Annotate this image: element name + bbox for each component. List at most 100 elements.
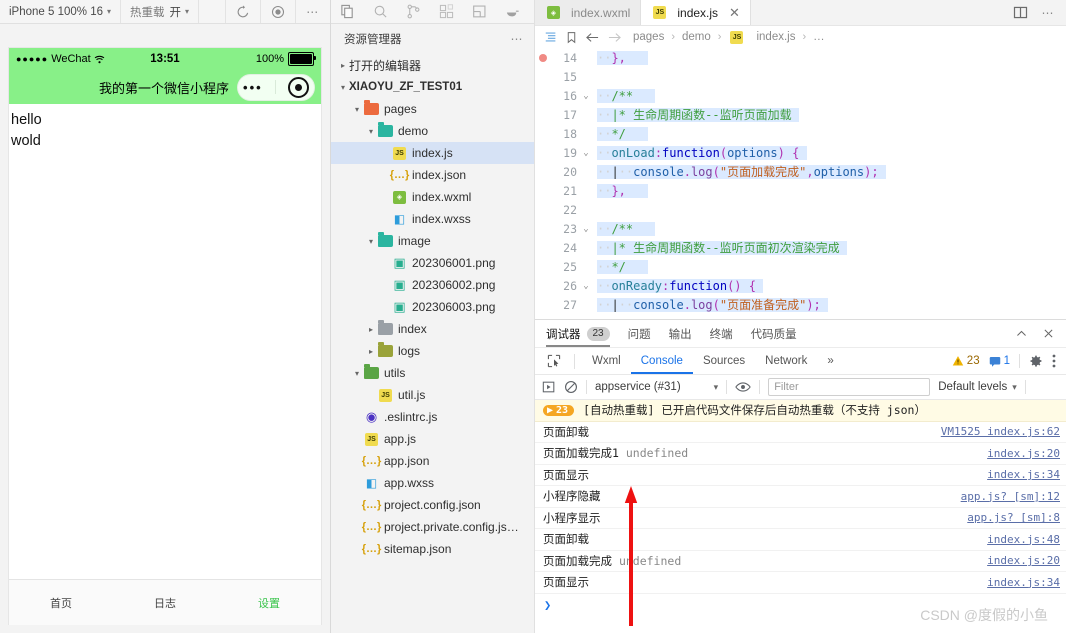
code-line[interactable]: 17 ··|* 生命周期函数--监听页面加载 <box>535 105 1066 124</box>
chevron-down-icon[interactable]: ▾ <box>351 369 363 378</box>
close-icon[interactable]: ✕ <box>729 6 740 19</box>
code-line[interactable]: 25 ··*/ <box>535 257 1066 276</box>
capsule-button[interactable]: ••• <box>237 73 315 101</box>
code-line[interactable]: 21 ··}, <box>535 181 1066 200</box>
tree-item-index-json[interactable]: {…} index.json <box>331 164 534 186</box>
chevron-down-icon[interactable]: ▾ <box>365 237 377 246</box>
editor-tab-index-js[interactable]: JS index.js ✕ <box>641 0 751 25</box>
tree-item-index-wxml[interactable]: ◈ index.wxml <box>331 186 534 208</box>
kebab-menu-icon[interactable] <box>1052 354 1056 368</box>
code-line[interactable]: 27 ··|··console.log("页面准备完成"); <box>535 295 1066 314</box>
search-icon[interactable] <box>364 0 397 23</box>
tabbar-item-settings[interactable]: 设置 <box>217 595 321 611</box>
code-editor[interactable]: 14 ··}, 15 16 ⌄ ··/** 17 ··|* 生命周期函数--监听页面加载 … <box>535 48 1066 319</box>
tree-item-project-private-config-js-[interactable]: {…} project.private.config.js… <box>331 516 534 538</box>
files-icon[interactable] <box>331 0 364 23</box>
split-editor-icon[interactable] <box>1013 5 1028 20</box>
code-line[interactable]: 16 ⌄ ··/** <box>535 86 1066 105</box>
filter-input[interactable]: Filter <box>768 378 931 396</box>
devtools-tab-wxml[interactable]: Wxml <box>582 348 631 374</box>
breadcrumb-item-indexjs[interactable]: index.js <box>756 31 795 43</box>
notice-count-badge[interactable]: ▶ 23 <box>543 404 575 416</box>
arrow-right-icon[interactable] <box>607 31 622 44</box>
code-line[interactable]: 20 ··|··console.log("页面加载完成",options); <box>535 162 1066 181</box>
console-log-source[interactable]: index.js:20 <box>987 554 1060 567</box>
tabbar-item-home[interactable]: 首页 <box>9 595 113 611</box>
code-line[interactable]: 19 ⌄ ··onLoad:function(options) { <box>535 143 1066 162</box>
source-control-icon[interactable] <box>397 0 430 23</box>
tree-item-202306003-png[interactable]: ▣ 202306003.png <box>331 296 534 318</box>
code-line[interactable]: 23 ⌄ ··/** <box>535 219 1066 238</box>
more-icon[interactable]: ⋯ <box>1042 6 1056 20</box>
arrow-left-icon[interactable] <box>585 31 600 44</box>
tree-item-index-wxss[interactable]: ◧ index.wxss <box>331 208 534 230</box>
fold-chevron-icon[interactable]: ⌄ <box>577 148 595 158</box>
console-log-source[interactable]: app.js? [sm]:12 <box>961 490 1060 503</box>
devtools-tab-overflow[interactable]: » <box>817 348 843 374</box>
layout-icon[interactable] <box>463 0 496 23</box>
tree-item-util-js[interactable]: JS util.js <box>331 384 534 406</box>
tree-item-demo[interactable]: ▾ demo <box>331 120 534 142</box>
code-line[interactable]: 15 <box>535 67 1066 86</box>
tree-item--eslintrc-js[interactable]: ◉ .eslintrc.js <box>331 406 534 428</box>
breadcrumb-item-more[interactable]: … <box>813 31 825 43</box>
chevron-right-icon[interactable]: ▸ <box>365 325 377 334</box>
bookmark-icon[interactable] <box>565 31 578 44</box>
console-log-source[interactable]: index.js:34 <box>987 468 1060 481</box>
device-selector[interactable]: iPhone 5 100% 16 ▾ <box>0 0 122 23</box>
editor-tab-index-wxml[interactable]: ◈ index.wxml <box>535 0 642 25</box>
code-line[interactable]: 22 <box>535 200 1066 219</box>
tree-project-root[interactable]: ▾ XIAOYU_ZF_TEST01 <box>331 76 534 98</box>
record-icon[interactable] <box>261 0 296 23</box>
step-into-icon[interactable] <box>542 380 556 394</box>
devtools-tab-console[interactable]: Console <box>631 348 693 374</box>
target-icon[interactable] <box>287 76 309 98</box>
code-line[interactable]: 18 ··*/ <box>535 124 1066 143</box>
tree-item-index[interactable]: ▸ index <box>331 318 534 340</box>
clear-console-icon[interactable] <box>564 380 578 394</box>
panel-tab-debugger[interactable]: 调试器 23 <box>546 320 610 347</box>
fold-chevron-icon[interactable]: ⌄ <box>577 281 595 291</box>
console-log-source[interactable]: VM1525 index.js:62 <box>941 425 1060 438</box>
code-line[interactable]: 26 ⌄ ··onReady:function() { <box>535 276 1066 295</box>
tree-item-project-config-json[interactable]: {…} project.config.json <box>331 494 534 516</box>
tree-item-index-js[interactable]: JS index.js <box>331 142 534 164</box>
panel-tab-code-quality[interactable]: 代码质量 <box>751 320 797 347</box>
code-line[interactable]: 24 ··|* 生命周期函数--监听页面初次渲染完成 <box>535 238 1066 257</box>
devtools-tab-sources[interactable]: Sources <box>693 348 755 374</box>
tree-item-logs[interactable]: ▸ logs <box>331 340 534 362</box>
fold-chevron-icon[interactable]: ⌄ <box>577 91 595 101</box>
console-log-source[interactable]: index.js:34 <box>987 576 1060 589</box>
breakpoint-marker[interactable] <box>535 51 551 65</box>
eye-icon[interactable] <box>735 381 751 393</box>
warning-counter[interactable]: 23 <box>952 355 980 367</box>
gear-icon[interactable] <box>1029 354 1043 368</box>
hot-reload-selector[interactable]: 热重载 开 ▾ <box>121 0 200 23</box>
panel-tab-problems[interactable]: 问题 <box>628 320 651 347</box>
context-selector[interactable]: appservice (#31) ▾ <box>595 381 718 393</box>
chevron-down-icon[interactable]: ▾ <box>351 105 363 114</box>
tree-item-pages[interactable]: ▾ pages <box>331 98 534 120</box>
chevron-down-icon[interactable]: ▾ <box>365 127 377 136</box>
capsule-more-icon[interactable]: ••• <box>243 80 263 95</box>
outline-icon[interactable] <box>544 30 558 44</box>
tree-item-sitemap-json[interactable]: {…} sitemap.json <box>331 538 534 560</box>
close-icon[interactable] <box>1042 327 1055 340</box>
tree-item-202306001-png[interactable]: ▣ 202306001.png <box>331 252 534 274</box>
chevron-up-icon[interactable] <box>1015 327 1028 340</box>
console-log-source[interactable]: index.js:48 <box>987 533 1060 546</box>
tabbar-item-logs[interactable]: 日志 <box>113 595 217 611</box>
inspect-element-icon[interactable] <box>541 354 567 368</box>
extensions-icon[interactable] <box>430 0 463 23</box>
tree-item-app-wxss[interactable]: ◧ app.wxss <box>331 472 534 494</box>
panel-tab-output[interactable]: 输出 <box>669 320 692 347</box>
log-levels-selector[interactable]: Default levels ▾ <box>938 381 1017 393</box>
panel-tab-terminal[interactable]: 终端 <box>710 320 733 347</box>
tree-open-editors[interactable]: ▸ 打开的编辑器 <box>331 54 534 76</box>
console-output[interactable]: ▶ 23 [自动热重载] 已开启代码文件保存后自动热重载（不支持 json） 页面卸载… <box>535 400 1066 633</box>
more-icon[interactable]: ⋯ <box>296 0 330 23</box>
breadcrumb-item-pages[interactable]: pages <box>633 31 664 43</box>
more-icon[interactable]: ⋯ <box>511 32 525 46</box>
chevron-right-icon[interactable]: ▸ <box>365 347 377 356</box>
tree-item-image[interactable]: ▾ image <box>331 230 534 252</box>
